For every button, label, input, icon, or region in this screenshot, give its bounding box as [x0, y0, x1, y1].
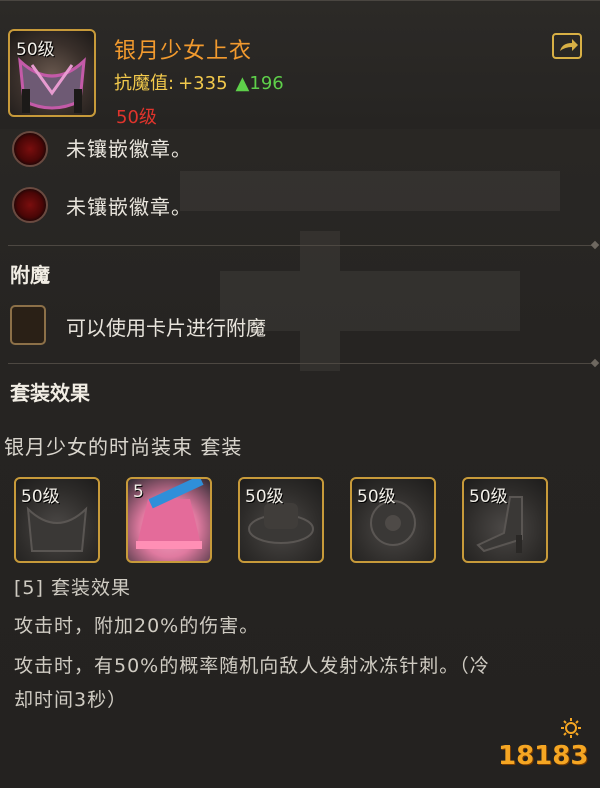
piece-level: 50级	[245, 487, 284, 507]
item-tooltip: 50级 银月少女上衣 抗魔值: +335 ▲196 50级 未镶嵌徽章。 未镶嵌徽章…	[0, 0, 600, 788]
card-slot[interactable]	[10, 305, 46, 345]
stat-label: 抗魔值:	[114, 73, 175, 94]
set-effect-line: [5] 套装效果	[14, 577, 131, 599]
stat-value: +335	[178, 73, 228, 94]
piece-level: 50级	[357, 487, 396, 507]
sun-icon	[561, 718, 581, 738]
enchant-card-text: 可以使用卡片进行附魔	[66, 316, 266, 340]
background-art	[180, 171, 560, 371]
set-effect-line: 攻击时，附加20%的伤害。	[14, 615, 260, 637]
set-piece[interactable]: 5	[126, 477, 212, 563]
required-level: 50级	[116, 107, 157, 128]
set-effect-line: 却时间3秒）	[14, 689, 128, 711]
stat-line: 抗魔值: +335 ▲196	[114, 69, 284, 95]
set-effect-line: 攻击时，有50%的概率随机向敌人发射冰冻针刺。（冷	[14, 655, 490, 677]
piece-level: 50级	[21, 487, 60, 507]
socket-text: 未镶嵌徽章。	[66, 195, 192, 219]
stat-increase: ▲196	[235, 73, 284, 94]
set-piece[interactable]: 50级	[14, 477, 100, 563]
item-name: 银月少女上衣	[114, 39, 253, 64]
item-level-badge: 50级	[16, 40, 55, 60]
enchant-title: 附魔	[10, 263, 50, 287]
set-effects-title: 套装效果	[10, 381, 90, 405]
divider	[8, 245, 592, 246]
badge-socket-icon[interactable]	[12, 187, 48, 223]
socket-text: 未镶嵌徽章。	[66, 137, 192, 161]
set-piece[interactable]: 50级	[462, 477, 548, 563]
piece-level: 50级	[469, 487, 508, 507]
set-piece[interactable]: 50级	[350, 477, 436, 563]
set-name: 银月少女的时尚装束 套装	[4, 435, 243, 459]
tooltip-header: 50级 银月少女上衣 抗魔值: +335 ▲196 50级	[0, 1, 600, 129]
badge-socket-icon[interactable]	[12, 131, 48, 167]
item-icon: 50级	[8, 29, 96, 117]
piece-level: 5	[133, 482, 144, 502]
set-piece[interactable]: 50级	[238, 477, 324, 563]
share-icon[interactable]	[552, 33, 582, 59]
divider	[8, 363, 592, 364]
watermark-logo: 18183	[498, 741, 589, 771]
